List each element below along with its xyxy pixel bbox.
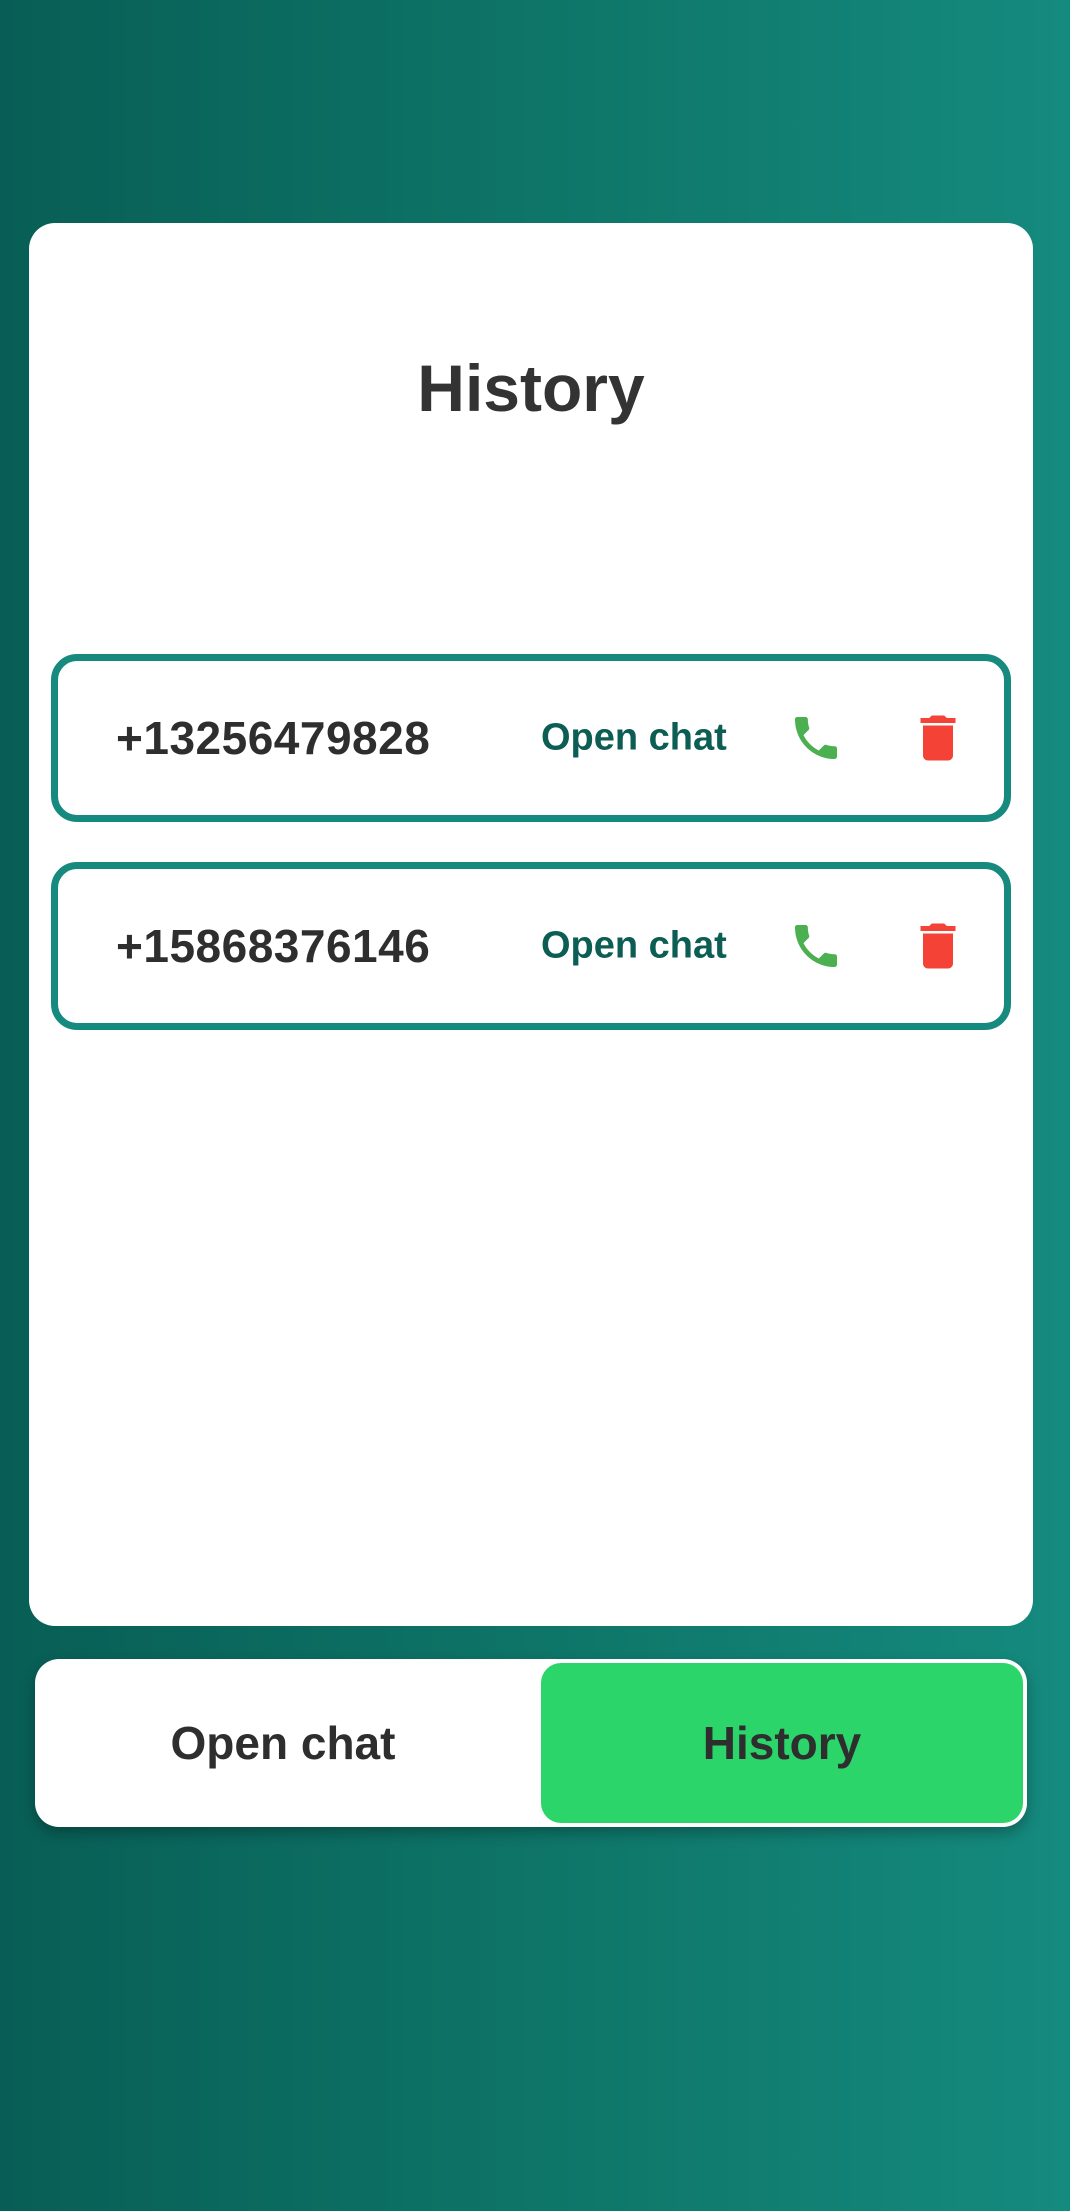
history-item: +15868376146 Open chat [51, 862, 1011, 1030]
history-item-phone: +13256479828 [116, 712, 431, 764]
history-item-phone: +15868376146 [116, 920, 431, 972]
phone-icon[interactable] [784, 914, 848, 978]
trash-icon[interactable] [906, 914, 970, 978]
trash-icon[interactable] [906, 706, 970, 770]
bottom-tab-bar: Open chat History [35, 1659, 1027, 1827]
history-item: +13256479828 Open chat [51, 654, 1011, 822]
page-title: History [417, 351, 645, 425]
open-chat-link[interactable]: Open chat [541, 925, 727, 968]
tab-open-chat[interactable]: Open chat [35, 1659, 531, 1827]
tab-history[interactable]: History [541, 1663, 1023, 1823]
open-chat-link[interactable]: Open chat [541, 717, 727, 760]
phone-icon[interactable] [784, 706, 848, 770]
